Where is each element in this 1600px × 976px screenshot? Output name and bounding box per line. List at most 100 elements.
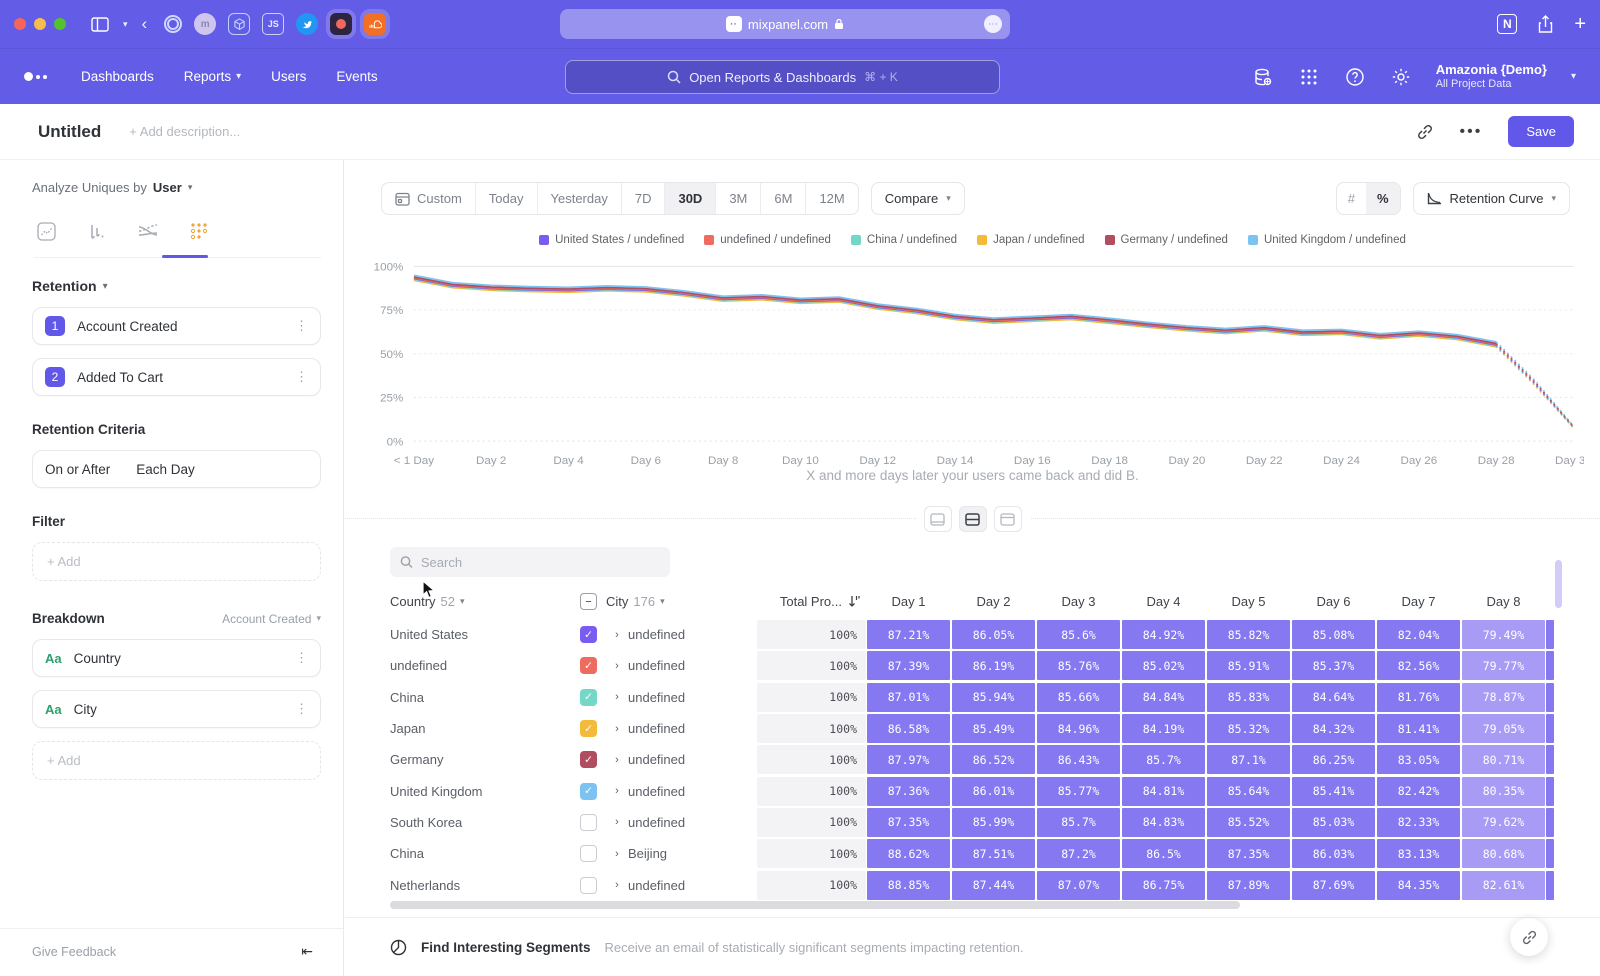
- range-6m[interactable]: 6M: [761, 183, 806, 214]
- retention-cell[interactable]: 87.51%: [952, 839, 1035, 868]
- retention-cell[interactable]: 83.05%: [1377, 745, 1460, 774]
- row-checkbox[interactable]: ✓: [580, 626, 597, 643]
- expand-row-icon[interactable]: ›: [606, 785, 628, 797]
- column-day-1[interactable]: Day 1: [866, 594, 951, 609]
- row-checkbox[interactable]: ✓: [580, 751, 597, 768]
- save-button[interactable]: Save: [1508, 116, 1574, 147]
- retention-cell[interactable]: 84.96%: [1037, 714, 1120, 743]
- retention-chart[interactable]: 0%25%50%75%100%< 1 DayDay 2Day 4Day 6Day…: [359, 254, 1584, 472]
- expand-row-icon[interactable]: ›: [606, 879, 628, 891]
- retention-cell[interactable]: 85.7%: [1037, 808, 1120, 837]
- mixpanel-logo[interactable]: [24, 72, 47, 81]
- legend-item[interactable]: Japan / undefined: [977, 234, 1084, 246]
- retention-cell[interactable]: 85.66%: [1037, 683, 1120, 712]
- retention-section-header[interactable]: Retention▾: [32, 278, 321, 294]
- retention-cell[interactable]: 79.49%: [1462, 620, 1545, 649]
- share-link-floating-button[interactable]: [1510, 918, 1548, 956]
- kebab-menu-icon[interactable]: ⋮: [295, 318, 308, 334]
- retention-cell[interactable]: 82.56%: [1377, 651, 1460, 680]
- retention-cell[interactable]: 86.75%: [1122, 871, 1205, 900]
- expand-row-icon[interactable]: ›: [606, 629, 628, 641]
- retention-cell[interactable]: 85.82%: [1207, 620, 1290, 649]
- expand-row-icon[interactable]: ›: [606, 816, 628, 828]
- nav-users[interactable]: Users: [271, 69, 306, 84]
- step-card-account-created[interactable]: 1 Account Created ⋮: [32, 307, 321, 345]
- percent-toggle[interactable]: %: [1366, 183, 1400, 214]
- column-day-2[interactable]: Day 2: [951, 594, 1036, 609]
- apps-grid-icon[interactable]: [1298, 66, 1320, 88]
- retention-cell[interactable]: 81.76%: [1377, 683, 1460, 712]
- tab-funnels[interactable]: [85, 219, 109, 243]
- column-day-5[interactable]: Day 5: [1206, 594, 1291, 609]
- retention-cell[interactable]: 86.03%: [1292, 839, 1375, 868]
- js-icon[interactable]: JS: [262, 13, 284, 35]
- nav-events[interactable]: Events: [336, 69, 377, 84]
- retention-cell[interactable]: 79.77%: [1462, 651, 1545, 680]
- back-icon[interactable]: ‹: [142, 14, 148, 34]
- kebab-menu-icon[interactable]: ⋮: [295, 650, 308, 666]
- chart-type-button[interactable]: Retention Curve▾: [1413, 182, 1570, 215]
- retention-cell[interactable]: 84.84%: [1122, 683, 1205, 712]
- row-checkbox[interactable]: [580, 814, 597, 831]
- retention-cell[interactable]: 84.35%: [1377, 871, 1460, 900]
- retention-cell[interactable]: 87.44%: [952, 871, 1035, 900]
- retention-cell[interactable]: 85.49%: [952, 714, 1035, 743]
- retention-cell[interactable]: 86.01%: [952, 777, 1035, 806]
- retention-cell[interactable]: 85.99%: [952, 808, 1035, 837]
- retention-cell[interactable]: 87.36%: [867, 777, 950, 806]
- retention-cell[interactable]: 80.68%: [1462, 839, 1545, 868]
- retention-cell[interactable]: 86.05%: [952, 620, 1035, 649]
- compare-button[interactable]: Compare▾: [871, 182, 965, 215]
- minimize-window-button[interactable]: [34, 18, 46, 30]
- retention-cell[interactable]: 80.71%: [1462, 745, 1545, 774]
- retention-cell[interactable]: 87.35%: [867, 808, 950, 837]
- new-tab-icon[interactable]: +: [1574, 13, 1586, 36]
- retention-cell[interactable]: 87.89%: [1207, 871, 1290, 900]
- retention-cell[interactable]: 83.13%: [1377, 839, 1460, 868]
- range-7d[interactable]: 7D: [622, 183, 666, 214]
- column-day-7[interactable]: Day 7: [1376, 594, 1461, 609]
- retention-cell[interactable]: 87.39%: [867, 651, 950, 680]
- avatar-icon[interactable]: m: [194, 13, 216, 35]
- retention-cell[interactable]: 86.5%: [1122, 839, 1205, 868]
- data-management-icon[interactable]: [1252, 66, 1274, 88]
- retention-cell[interactable]: 85.64%: [1207, 777, 1290, 806]
- breakdown-card-city[interactable]: Aa City ⋮: [32, 690, 321, 728]
- table-search-input[interactable]: [421, 555, 660, 570]
- retention-cell[interactable]: 79.62%: [1462, 808, 1545, 837]
- expand-row-icon[interactable]: ›: [606, 660, 628, 672]
- close-window-button[interactable]: [14, 18, 26, 30]
- retention-cell[interactable]: 87.1%: [1207, 745, 1290, 774]
- retention-cell[interactable]: 80.35%: [1462, 777, 1545, 806]
- cube-icon[interactable]: [228, 13, 250, 35]
- range-today[interactable]: Today: [476, 183, 538, 214]
- nav-dashboards[interactable]: Dashboards: [81, 69, 154, 84]
- retention-cell[interactable]: 87.97%: [867, 745, 950, 774]
- retention-cell[interactable]: 85.37%: [1292, 651, 1375, 680]
- row-checkbox[interactable]: [580, 877, 597, 894]
- share-icon[interactable]: [1537, 15, 1554, 34]
- legend-item[interactable]: United States / undefined: [539, 234, 684, 246]
- bird-icon[interactable]: [296, 13, 318, 35]
- retention-cell[interactable]: 78.87%: [1462, 683, 1545, 712]
- reader-options-icon[interactable]: ⋯: [984, 15, 1002, 33]
- legend-item[interactable]: China / undefined: [851, 234, 957, 246]
- retention-cell[interactable]: 86.58%: [867, 714, 950, 743]
- copy-link-icon[interactable]: [1416, 123, 1434, 141]
- retention-criteria-card[interactable]: On or After Each Day: [32, 450, 321, 488]
- page-title[interactable]: Untitled: [38, 122, 101, 142]
- expand-row-icon[interactable]: ›: [606, 848, 628, 860]
- layout-table-only-button[interactable]: [994, 506, 1022, 532]
- settings-gear-icon[interactable]: [1390, 66, 1412, 88]
- more-menu-icon[interactable]: •••: [1460, 123, 1483, 141]
- retention-cell[interactable]: 81.41%: [1377, 714, 1460, 743]
- maximize-window-button[interactable]: [54, 18, 66, 30]
- step-card-added-to-cart[interactable]: 2 Added To Cart ⋮: [32, 358, 321, 396]
- tab-flows[interactable]: [136, 219, 160, 243]
- retention-cell[interactable]: 87.21%: [867, 620, 950, 649]
- retention-cell[interactable]: 86.19%: [952, 651, 1035, 680]
- column-country[interactable]: Country 52 ▾: [390, 594, 580, 609]
- retention-cell[interactable]: 87.69%: [1292, 871, 1375, 900]
- kebab-menu-icon[interactable]: ⋮: [295, 369, 308, 385]
- range-3m[interactable]: 3M: [716, 183, 761, 214]
